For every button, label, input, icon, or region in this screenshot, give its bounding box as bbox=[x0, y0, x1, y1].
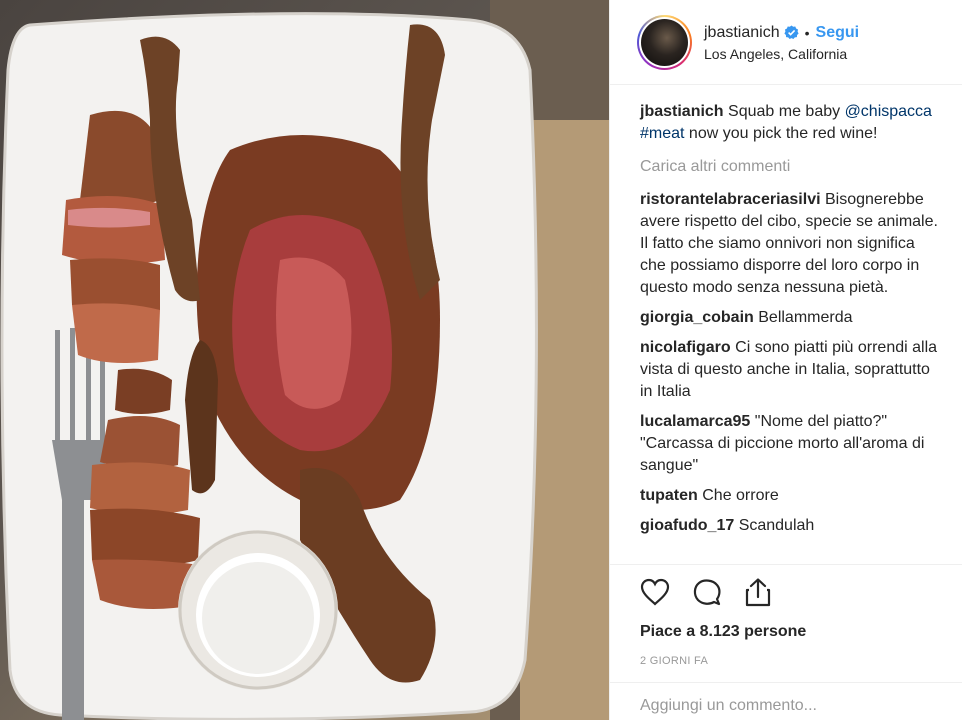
comments-list: jbastianich Squab me baby @chispacca #me… bbox=[610, 85, 962, 537]
comment-username[interactable]: gioafudo_17 bbox=[640, 517, 734, 534]
comment-item: tupaten Che orrore bbox=[640, 485, 940, 507]
instagram-post: jbastianich • Segui Los Angeles, Califor… bbox=[0, 0, 962, 720]
load-more-comments-button[interactable]: Carica altri commenti bbox=[640, 157, 940, 177]
comment-item: nicolafigaro Ci sono piatti più orrendi … bbox=[640, 337, 940, 403]
post-header: jbastianich • Segui Los Angeles, Califor… bbox=[610, 0, 962, 85]
comment-text: Scandulah bbox=[738, 517, 815, 534]
comment-username[interactable]: tupaten bbox=[640, 487, 698, 504]
comment-item: giorgia_cobain Bellammerda bbox=[640, 307, 940, 329]
share-upload-icon bbox=[745, 578, 771, 607]
comment-username[interactable]: nicolafigaro bbox=[640, 339, 731, 356]
actions-section: Piace a 8.123 persone 2 GIORNI FA bbox=[610, 564, 962, 667]
verified-badge-icon bbox=[784, 25, 799, 40]
roasted-squab-plate-image bbox=[0, 0, 609, 720]
post-sidebar: jbastianich • Segui Los Angeles, Califor… bbox=[609, 0, 962, 720]
post-photo[interactable] bbox=[0, 0, 609, 720]
header-username[interactable]: jbastianich bbox=[704, 23, 780, 43]
heart-outline-icon bbox=[640, 578, 670, 606]
comment-text: Che orrore bbox=[702, 487, 779, 504]
like-button[interactable] bbox=[640, 575, 674, 609]
post-timestamp[interactable]: 2 GIORNI FA bbox=[610, 641, 962, 667]
avatar[interactable] bbox=[641, 18, 688, 66]
comment-item: gioafudo_17 Scandulah bbox=[640, 515, 940, 537]
story-ring[interactable] bbox=[637, 14, 692, 70]
likes-count[interactable]: Piace a 8.123 persone bbox=[610, 609, 962, 641]
action-bar bbox=[610, 565, 962, 609]
add-comment-input[interactable] bbox=[640, 697, 940, 715]
separator-dot: • bbox=[804, 24, 810, 41]
caption-text-after: now you pick the red wine! bbox=[688, 125, 878, 142]
follow-button[interactable]: Segui bbox=[816, 23, 860, 43]
hashtag-link[interactable]: #meat bbox=[640, 125, 684, 142]
comment-button[interactable] bbox=[692, 575, 726, 609]
comment-username[interactable]: giorgia_cobain bbox=[640, 309, 754, 326]
caption-username[interactable]: jbastianich bbox=[640, 103, 724, 120]
comment-item: lucalamarca95 "Nome del piatto?" "Carcas… bbox=[640, 411, 940, 477]
caption: jbastianich Squab me baby @chispacca #me… bbox=[640, 101, 940, 145]
comment-username[interactable]: ristorantelabraceriasilvi bbox=[640, 191, 821, 208]
share-button[interactable] bbox=[744, 575, 778, 609]
add-comment-section bbox=[610, 682, 962, 720]
comment-username[interactable]: lucalamarca95 bbox=[640, 413, 750, 430]
location-link[interactable]: Los Angeles, California bbox=[704, 46, 859, 62]
comment-text: Bellammerda bbox=[758, 309, 853, 326]
comment-item: ristorantelabraceriasilvi Bisognerebbe a… bbox=[640, 189, 940, 299]
comment-bubble-icon bbox=[693, 579, 721, 606]
mention-link[interactable]: @chispacca bbox=[845, 103, 932, 120]
caption-text: Squab me baby bbox=[728, 103, 841, 120]
